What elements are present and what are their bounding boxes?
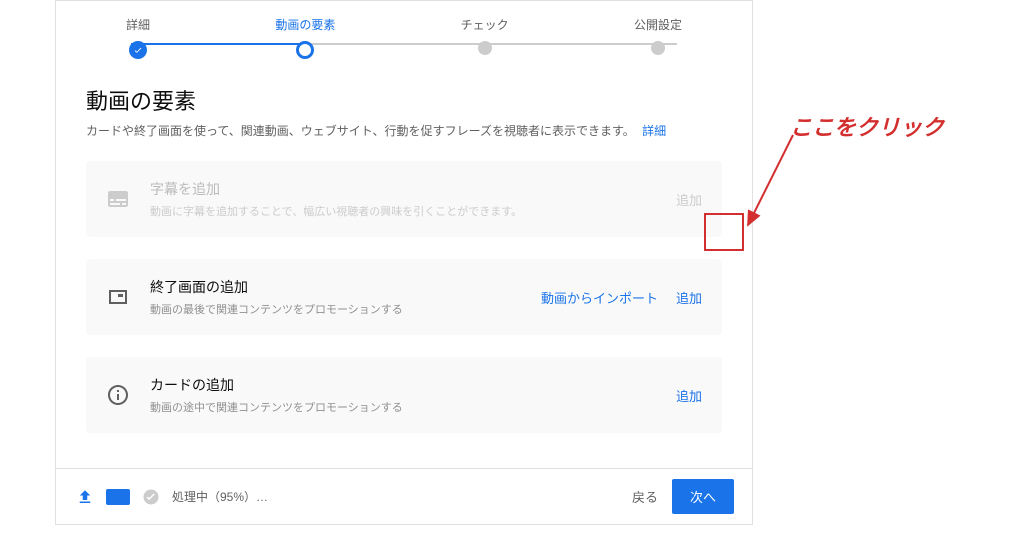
next-button[interactable]: 次へ <box>672 479 734 514</box>
footer-left: 処理中（95%）… <box>74 486 618 508</box>
step-details[interactable]: 詳細 <box>126 16 150 59</box>
card-actions: 追加 <box>676 386 702 405</box>
step-label: 詳細 <box>126 16 150 33</box>
add-endscreen-button[interactable]: 追加 <box>676 288 702 307</box>
card-body: カードの追加 動画の途中で関連コンテンツをプロモーションする <box>150 375 676 415</box>
step-label: チェック <box>461 16 509 33</box>
subtitles-icon <box>106 187 130 211</box>
processing-check-icon <box>140 486 162 508</box>
card-body: 字幕を追加 動画に字幕を追加することで、幅広い視聴者の興味を引くことができます。 <box>150 179 676 219</box>
add-cards-button[interactable]: 追加 <box>676 386 702 405</box>
processing-status: 処理中（95%）… <box>172 488 268 505</box>
page-description-text: カードや終了画面を使って、関連動画、ウェブサイト、行動を促すフレーズを視聴者に表… <box>86 124 635 138</box>
add-subtitles-button: 追加 <box>676 190 702 209</box>
card-title: 終了画面の追加 <box>150 277 541 297</box>
step-label: 動画の要素 <box>275 16 335 33</box>
step-dot-icon <box>651 41 665 55</box>
card-infocards: カードの追加 動画の途中で関連コンテンツをプロモーションする 追加 <box>86 357 722 433</box>
sd-badge-icon <box>106 489 130 505</box>
back-button[interactable]: 戻る <box>618 479 672 514</box>
stepper: 詳細 動画の要素 チェック 公開設定 <box>56 1 752 59</box>
content: 動画の要素 カードや終了画面を使って、関連動画、ウェブサイト、行動を促すフレーズ… <box>56 59 752 468</box>
card-endscreen: 終了画面の追加 動画の最後で関連コンテンツをプロモーションする 動画からインポー… <box>86 259 722 335</box>
info-icon <box>106 383 130 407</box>
endscreen-icon <box>106 285 130 309</box>
card-subtitles: 字幕を追加 動画に字幕を追加することで、幅広い視聴者の興味を引くことができます。… <box>86 161 722 237</box>
card-body: 終了画面の追加 動画の最後で関連コンテンツをプロモーションする <box>150 277 541 317</box>
step-dot-icon <box>478 41 492 55</box>
step-checks[interactable]: チェック <box>461 16 509 55</box>
card-desc: 動画の最後で関連コンテンツをプロモーションする <box>150 301 541 317</box>
step-visibility[interactable]: 公開設定 <box>634 16 682 55</box>
step-dot-current-icon <box>296 41 314 59</box>
annotation-text: ここをクリック <box>790 110 944 142</box>
import-from-video-button[interactable]: 動画からインポート <box>541 288 658 307</box>
card-desc: 動画に字幕を追加することで、幅広い視聴者の興味を引くことができます。 <box>150 203 676 219</box>
card-title: カードの追加 <box>150 375 676 395</box>
step-label: 公開設定 <box>634 16 682 33</box>
check-icon <box>129 41 147 59</box>
card-desc: 動画の途中で関連コンテンツをプロモーションする <box>150 399 676 415</box>
page-description: カードや終了画面を使って、関連動画、ウェブサイト、行動を促すフレーズを視聴者に表… <box>86 122 722 139</box>
footer: 処理中（95%）… 戻る 次へ <box>56 468 752 524</box>
upload-icon[interactable] <box>74 486 96 508</box>
learn-more-link[interactable]: 詳細 <box>642 124 666 138</box>
page-title: 動画の要素 <box>86 84 722 116</box>
upload-modal: 詳細 動画の要素 チェック 公開設定 動画の要素 カードや終了画面を使って、関連… <box>55 0 753 525</box>
card-actions: 動画からインポート 追加 <box>541 288 702 307</box>
card-actions: 追加 <box>676 190 702 209</box>
card-title: 字幕を追加 <box>150 179 676 199</box>
step-elements[interactable]: 動画の要素 <box>275 16 335 59</box>
